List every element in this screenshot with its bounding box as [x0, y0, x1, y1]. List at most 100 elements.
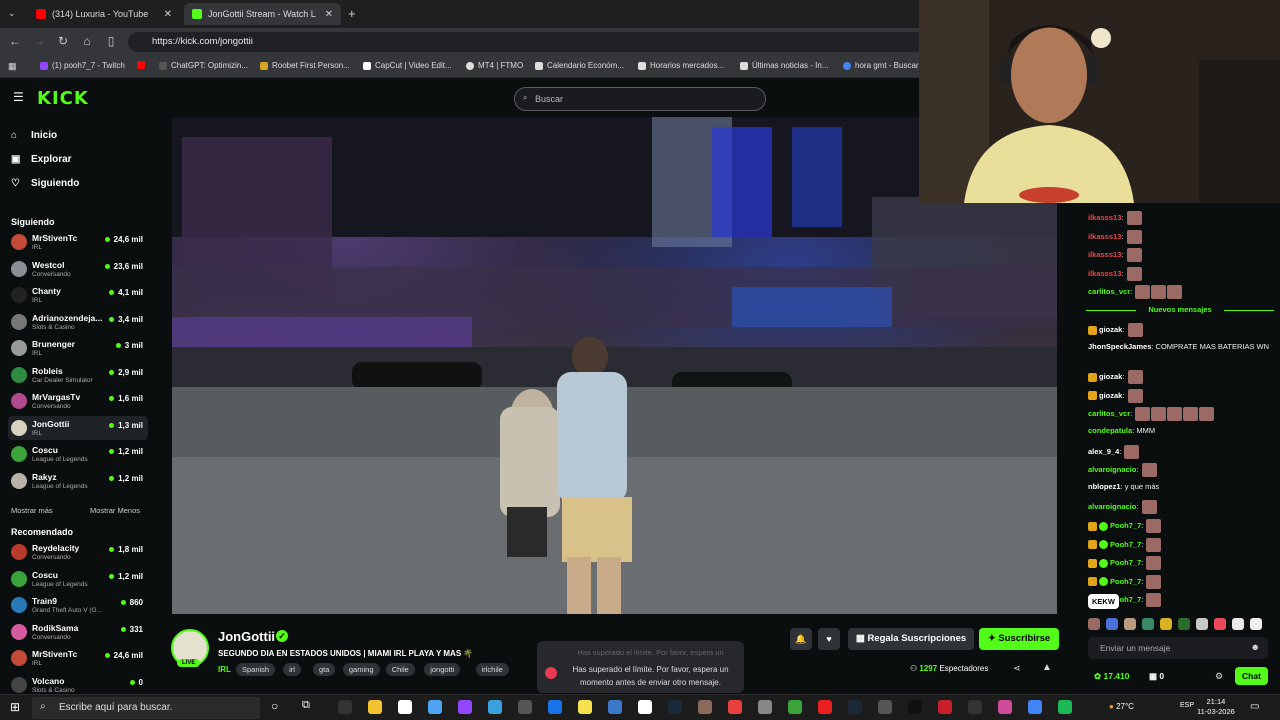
search-input[interactable]: ⌕ Buscar	[514, 87, 766, 111]
tab-list-button[interactable]: ⌄	[8, 8, 16, 19]
close-icon[interactable]: ✕	[325, 9, 333, 20]
bookmark[interactable]: ChatGPT: Optimizin...	[159, 61, 248, 70]
copilot-icon[interactable]	[428, 700, 442, 714]
chat-emote[interactable]	[1126, 229, 1142, 244]
back-icon[interactable]: ←	[7, 34, 23, 48]
chat-username[interactable]: Pooh7_7	[1110, 577, 1141, 586]
taskbar-search[interactable]: ⌕ Escribe aquí para buscar.	[32, 697, 260, 719]
chat-emote[interactable]	[1167, 407, 1183, 422]
chat-username[interactable]: ilkasss13	[1088, 232, 1121, 241]
chat-emote[interactable]	[1127, 370, 1143, 385]
opera-icon[interactable]	[818, 700, 832, 714]
share-icon[interactable]: ⋖	[1013, 663, 1021, 674]
tag-chip[interactable]: gaming	[342, 663, 380, 676]
nav-siguiendo[interactable]: ♡ Siguiendo	[11, 178, 79, 189]
app-icon[interactable]	[338, 700, 352, 714]
chat-emote[interactable]	[1146, 537, 1162, 552]
chat-emote[interactable]	[1141, 463, 1157, 478]
bookmark[interactable]: Calendario Económ...	[535, 61, 624, 70]
app-icon[interactable]	[938, 700, 952, 714]
chat-emote[interactable]	[1126, 248, 1142, 263]
stream-category[interactable]: IRL	[218, 665, 231, 674]
chat-emote[interactable]	[1146, 556, 1162, 571]
channel-item[interactable]: Reydelacity Conversando 1,8 mil	[8, 540, 148, 564]
notepad-icon[interactable]	[398, 700, 412, 714]
chat-emote[interactable]	[1141, 500, 1157, 515]
app-icon[interactable]	[608, 700, 622, 714]
app-icon[interactable]	[668, 700, 682, 714]
cortana-icon[interactable]: ○	[271, 699, 278, 713]
channel-points[interactable]: ✿ 17.410	[1094, 671, 1129, 682]
emote-icon[interactable]	[1214, 618, 1226, 630]
app-icon[interactable]	[968, 700, 982, 714]
windows-start-icon[interactable]: ⊞	[10, 700, 20, 714]
show-less-button[interactable]: Mostrar Menos	[90, 506, 140, 515]
nav-explorar[interactable]: ▣ Explorar	[11, 154, 72, 165]
chat-username[interactable]: JhonSpeckJames	[1088, 342, 1151, 351]
bookmark[interactable]: Roobet First Person...	[260, 61, 350, 70]
channel-item[interactable]: Brunenger IRL 3 mil	[8, 336, 148, 360]
app-icon[interactable]	[698, 700, 712, 714]
app-icon[interactable]	[878, 700, 892, 714]
chat-input[interactable]: Enviar un mensaje ☻	[1088, 637, 1268, 659]
channel-item[interactable]: Train9 Grand Theft Auto V (G... 860	[8, 593, 148, 617]
tag-chip[interactable]: irl	[283, 663, 301, 676]
emote-icon[interactable]	[1142, 618, 1154, 630]
app-icon[interactable]	[518, 700, 532, 714]
chat-username[interactable]: alex_9_4	[1088, 447, 1119, 456]
emote-icon[interactable]	[1250, 618, 1262, 630]
tag-chip[interactable]: irlchile	[475, 663, 509, 676]
channel-item[interactable]: MrStivenTc IRL 24,6 mil	[8, 230, 148, 254]
chat-username[interactable]: giozak	[1099, 391, 1122, 400]
chat-username[interactable]: giozak	[1099, 372, 1122, 381]
chat-username[interactable]: ilkasss13	[1088, 269, 1121, 278]
reload-icon[interactable]: ↻	[55, 34, 71, 48]
chat-emote[interactable]	[1183, 407, 1199, 422]
chat-username[interactable]: carlitos_vcr	[1088, 409, 1130, 418]
language[interactable]: ESP	[1180, 702, 1194, 709]
channel-item[interactable]: Chanty IRL 4,1 mil	[8, 283, 148, 307]
notification-bell-button[interactable]: 🔔	[790, 628, 812, 650]
emoji-icon[interactable]: ☻	[1251, 642, 1260, 652]
chat-username[interactable]: alvaroignacio	[1088, 502, 1136, 511]
channel-item[interactable]: Robleis Car Dealer Simulator 2,9 mil	[8, 363, 148, 387]
clock[interactable]: 21:14 11-03-2026	[1197, 697, 1235, 717]
app-icon[interactable]	[488, 700, 502, 714]
chat-emote[interactable]	[1124, 444, 1140, 459]
notifications-icon[interactable]: ▭	[1250, 701, 1259, 712]
chat-username[interactable]: ilkasss13	[1088, 250, 1121, 259]
channel-item[interactable]: Coscu League of Legends 1,2 mil	[8, 442, 148, 466]
emote-icon[interactable]	[1160, 618, 1172, 630]
emote-icon[interactable]	[1088, 618, 1100, 630]
url-field[interactable]: https://kick.com/jongottii	[128, 32, 928, 52]
chat-emote[interactable]	[1127, 388, 1143, 403]
chat-emote[interactable]	[1167, 285, 1183, 300]
emote-icon[interactable]	[1124, 618, 1136, 630]
chat-username[interactable]: giozak	[1099, 325, 1122, 334]
chat-send-button[interactable]: Chat	[1235, 667, 1268, 685]
tag-chip[interactable]: Spanish	[236, 663, 276, 676]
weather[interactable]: ● 27°C	[1109, 702, 1134, 711]
bookmark[interactable]: (1) pooh7_7 - Twitch	[40, 61, 125, 70]
channel-item[interactable]: Coscu League of Legends 1,2 mil	[8, 567, 148, 591]
new-tab-button[interactable]: +	[348, 6, 356, 21]
chat-username[interactable]: ilkasss13	[1088, 213, 1121, 222]
channel-item[interactable]: Rakyz League of Legends 1,2 mil	[8, 469, 148, 493]
show-more-button[interactable]: Mostrar más	[11, 506, 53, 515]
kick-logo[interactable]: KICK	[37, 88, 89, 109]
bookmark[interactable]: CapCut | Video Edit...	[363, 61, 452, 70]
emote-icon[interactable]	[1106, 618, 1118, 630]
app-icon[interactable]	[728, 700, 742, 714]
menu-icon[interactable]: ☰	[13, 90, 24, 104]
close-icon[interactable]: ✕	[164, 9, 172, 20]
bookmark[interactable]: Horarios mercados...	[638, 61, 724, 70]
chat-username[interactable]: nblopez1	[1088, 482, 1121, 491]
chat-username[interactable]: Pooh7_7	[1110, 540, 1141, 549]
chat-emote[interactable]	[1151, 407, 1167, 422]
bookmark[interactable]: hora gmt - Buscar	[843, 61, 919, 70]
settings-icon[interactable]	[758, 700, 772, 714]
twitch-icon[interactable]	[458, 700, 472, 714]
chat-username[interactable]: condepatula	[1088, 426, 1132, 435]
chat-username[interactable]: alvaroignacio	[1088, 465, 1136, 474]
bookmark[interactable]: Últimas noticias - In...	[740, 61, 828, 70]
